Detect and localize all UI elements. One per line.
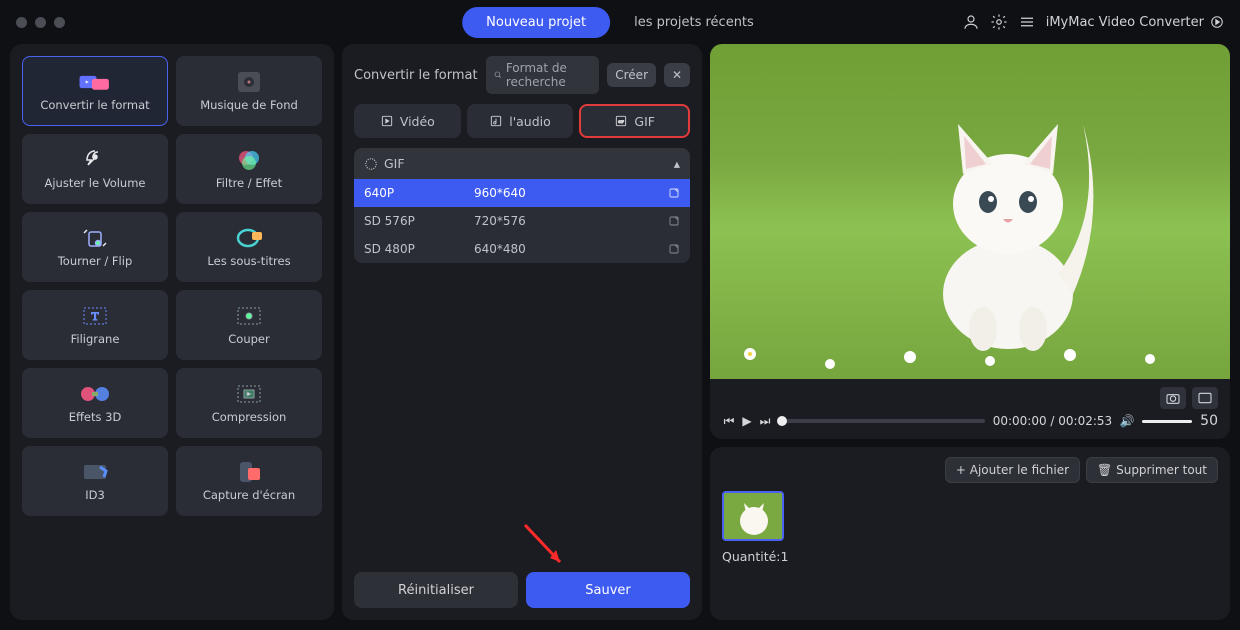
time-display: 00:00:00 / 00:02:53: [993, 414, 1112, 428]
3d-icon: [78, 382, 112, 406]
tool-label: ID3: [85, 488, 105, 502]
seek-bar[interactable]: [780, 419, 985, 423]
edit-icon[interactable]: [668, 187, 680, 199]
tool-background-music[interactable]: Musique de Fond: [176, 56, 322, 126]
cut-icon: [232, 304, 266, 328]
file-thumbnail[interactable]: [722, 491, 784, 541]
tab-recent-projects[interactable]: les projets récents: [610, 7, 778, 38]
tool-sidebar: Convertir le format Musique de Fond Ajus…: [10, 44, 334, 620]
close-panel-button[interactable]: ✕: [664, 63, 690, 87]
minimize-window[interactable]: [35, 17, 46, 28]
titlebar: Nouveau projet les projets récents iMyMa…: [0, 0, 1240, 44]
delete-all-button[interactable]: 🗑 Supprimer tout: [1086, 457, 1218, 483]
tool-subtitles[interactable]: Les sous-titres: [176, 212, 322, 282]
tool-label: Filigrane: [71, 332, 120, 346]
music-icon: [232, 70, 266, 94]
annotation-arrow: [520, 520, 570, 570]
tool-label: Effets 3D: [69, 410, 122, 424]
tool-id3[interactable]: ID3: [22, 446, 168, 516]
filter-icon: [232, 148, 266, 172]
edit-icon[interactable]: [668, 243, 680, 255]
resolution-row[interactable]: 640P 960*640: [354, 179, 690, 207]
edit-icon[interactable]: [668, 215, 680, 227]
svg-text:T: T: [91, 309, 99, 323]
tool-label: Filtre / Effet: [216, 176, 282, 190]
tool-adjust-volume[interactable]: Ajuster le Volume: [22, 134, 168, 204]
svg-text:GIF: GIF: [619, 120, 625, 124]
video-icon: [380, 114, 394, 128]
screenshot-icon: [232, 460, 266, 484]
panel-title: Convertir le format: [354, 68, 478, 83]
maximize-window[interactable]: [54, 17, 65, 28]
audio-icon: [489, 114, 503, 128]
tool-screenshot[interactable]: Capture d'écran: [176, 446, 322, 516]
format-search[interactable]: Format de recherche: [486, 56, 600, 94]
reset-button[interactable]: Réinitialiser: [354, 572, 518, 608]
tab-new-project[interactable]: Nouveau projet: [462, 7, 610, 38]
play-button[interactable]: ▶: [740, 414, 754, 428]
close-window[interactable]: [16, 17, 27, 28]
app-title: iMyMac Video Converter: [1046, 15, 1224, 30]
watermark-icon: T: [78, 304, 112, 328]
quantity-label: Quantité:1: [722, 549, 1218, 564]
tool-3d-effects[interactable]: Effets 3D: [22, 368, 168, 438]
tool-label: Convertir le format: [40, 98, 149, 112]
account-icon[interactable]: [962, 13, 980, 31]
tool-label: Tourner / Flip: [58, 254, 133, 268]
format-panel: Convertir le format Format de recherche …: [342, 44, 702, 620]
volume-icon: [78, 148, 112, 172]
window-controls: [16, 17, 65, 28]
settings-icon[interactable]: [990, 13, 1008, 31]
volume-icon[interactable]: 🔊: [1120, 414, 1134, 428]
project-tabs: Nouveau projet les projets récents: [462, 7, 778, 38]
convert-icon: [78, 70, 112, 94]
tool-watermark[interactable]: T Filigrane: [22, 290, 168, 360]
preview-panel: ⏮ ▶ ⏭ 00:00:00 / 00:02:53 🔊 50: [710, 44, 1230, 439]
resolution-row[interactable]: SD 576P 720*576: [354, 207, 690, 235]
grass-flowers: [710, 309, 1210, 379]
create-button[interactable]: Créer: [607, 63, 656, 87]
snapshot-button[interactable]: [1160, 387, 1186, 409]
tool-label: Couper: [228, 332, 269, 346]
tool-filter-effect[interactable]: Filtre / Effet: [176, 134, 322, 204]
tool-convert-format[interactable]: Convertir le format: [22, 56, 168, 126]
volume-value: 50: [1200, 413, 1218, 429]
tool-label: Les sous-titres: [207, 254, 290, 268]
tab-gif[interactable]: GIF GIF: [579, 104, 690, 138]
menu-icon[interactable]: [1018, 13, 1036, 31]
save-button[interactable]: Sauver: [526, 572, 690, 608]
tool-label: Capture d'écran: [203, 488, 295, 502]
rotate-icon: [78, 226, 112, 250]
search-icon: [494, 69, 502, 81]
tool-cut[interactable]: Couper: [176, 290, 322, 360]
tool-label: Compression: [212, 410, 287, 424]
prev-button[interactable]: ⏮: [722, 414, 736, 428]
tool-label: Musique de Fond: [200, 98, 298, 112]
tool-label: Ajuster le Volume: [44, 176, 145, 190]
next-button[interactable]: ⏭: [758, 414, 772, 428]
volume-slider[interactable]: [1142, 420, 1192, 423]
gif-icon: GIF: [614, 114, 628, 128]
preview-video[interactable]: [710, 44, 1230, 379]
tool-compression[interactable]: Compression: [176, 368, 322, 438]
fullscreen-button[interactable]: [1192, 387, 1218, 409]
file-list-panel: + Ajouter le fichier 🗑 Supprimer tout Qu…: [710, 447, 1230, 620]
compress-icon: [232, 382, 266, 406]
id3-icon: [78, 460, 112, 484]
tab-audio[interactable]: l'audio: [467, 104, 574, 138]
tool-rotate-flip[interactable]: Tourner / Flip: [22, 212, 168, 282]
chevron-up-icon: ▴: [674, 156, 680, 171]
tab-video[interactable]: Vidéo: [354, 104, 461, 138]
resolution-row[interactable]: SD 480P 640*480: [354, 235, 690, 263]
add-file-button[interactable]: + Ajouter le fichier: [945, 457, 1080, 483]
subtitles-icon: [232, 226, 266, 250]
format-group-header[interactable]: GIF ▴: [354, 148, 690, 179]
gif-group-icon: [364, 157, 378, 171]
